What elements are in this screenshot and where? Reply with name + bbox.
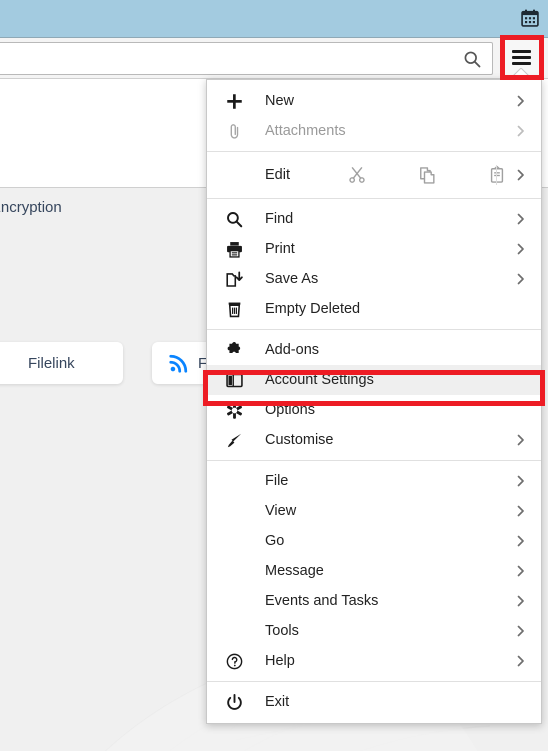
menu-item-new[interactable]: New xyxy=(207,86,541,116)
help-circle-icon xyxy=(223,650,245,672)
menu-item-label: Attachments xyxy=(265,123,346,139)
chevron-right-icon xyxy=(515,213,527,225)
menu-item-label: New xyxy=(265,93,295,109)
power-icon xyxy=(223,691,245,713)
toolbar-divider xyxy=(496,165,497,185)
menu-separator xyxy=(207,681,541,682)
menu-item-tools[interactable]: Tools xyxy=(207,616,541,646)
calendar-icon[interactable] xyxy=(520,8,540,28)
chevron-right-icon xyxy=(515,475,527,487)
chevron-right-icon xyxy=(515,125,527,137)
menu-item-label: File xyxy=(265,473,289,489)
menu-item-print[interactable]: Print xyxy=(207,234,541,264)
menu-item-label: Empty Deleted xyxy=(265,301,361,317)
chevron-right-icon xyxy=(515,655,527,667)
menu-separator xyxy=(207,151,541,152)
menu-item-label: Go xyxy=(265,533,285,549)
search-toolbar xyxy=(0,37,548,79)
chevron-right-icon xyxy=(515,243,527,255)
menu-item-options[interactable]: Options xyxy=(207,395,541,425)
menu-item-attachments[interactable]: Attachments xyxy=(207,116,541,146)
save-as-icon xyxy=(223,268,245,290)
menu-separator xyxy=(207,198,541,199)
printer-icon xyxy=(223,238,245,260)
gear-icon xyxy=(223,399,245,421)
menu-item-events-and-tasks[interactable]: Events and Tasks xyxy=(207,586,541,616)
menu-item-label: Add-ons xyxy=(265,342,320,358)
menu-item-label: Account Settings xyxy=(265,372,374,388)
menu-item-label: Message xyxy=(265,563,324,579)
plus-icon xyxy=(223,90,245,112)
menu-item-add-ons[interactable]: Add-ons xyxy=(207,335,541,365)
search-icon xyxy=(223,208,245,230)
chevron-right-icon xyxy=(515,434,527,446)
hamburger-menu-icon xyxy=(512,47,531,68)
chevron-right-icon xyxy=(515,535,527,547)
chevron-right-icon xyxy=(515,505,527,517)
menu-item-label: Print xyxy=(265,241,295,257)
menu-item-empty-deleted[interactable]: Empty Deleted xyxy=(207,294,541,324)
title-bar xyxy=(0,0,548,37)
menu-item-label: Tools xyxy=(265,623,299,639)
menu-item-save-as[interactable]: Save As xyxy=(207,264,541,294)
copy-icon[interactable] xyxy=(417,165,437,185)
menu-item-message[interactable]: Message xyxy=(207,556,541,586)
edit-tool-buttons xyxy=(347,157,507,193)
menu-item-customise[interactable]: Customise xyxy=(207,425,541,455)
menu-item-label: Customise xyxy=(265,432,334,448)
chevron-right-icon xyxy=(515,625,527,637)
menu-item-account-settings[interactable]: Account Settings xyxy=(207,365,541,395)
paste-icon[interactable] xyxy=(487,165,507,185)
menu-separator xyxy=(207,460,541,461)
chevron-right-icon xyxy=(515,595,527,607)
chevron-right-icon xyxy=(515,169,527,181)
section-heading-fragment: nd Encryption xyxy=(0,199,62,216)
application-window: nd Encryption Filelink Fe xyxy=(0,0,548,751)
menu-item-label: Edit xyxy=(265,167,290,183)
paintbrush-icon xyxy=(223,429,245,451)
menu-item-file[interactable]: File xyxy=(207,466,541,496)
menu-item-label: Help xyxy=(265,653,295,669)
app-menu-popup: New Attachments Edit Find Print Save As … xyxy=(206,79,542,724)
rss-feed-icon xyxy=(168,352,190,374)
menu-item-exit[interactable]: Exit xyxy=(207,687,541,717)
chevron-right-icon xyxy=(515,565,527,577)
menu-item-label: View xyxy=(265,503,297,519)
menu-item-label: Find xyxy=(265,211,294,227)
account-settings-icon xyxy=(223,369,245,391)
menu-item-label: Options xyxy=(265,402,315,418)
search-input[interactable] xyxy=(0,42,493,75)
menu-separator xyxy=(207,329,541,330)
menu-item-label: Exit xyxy=(265,694,290,710)
menu-item-view[interactable]: View xyxy=(207,496,541,526)
cut-icon[interactable] xyxy=(347,165,367,185)
chevron-right-icon xyxy=(515,95,527,107)
filelink-card[interactable]: Filelink xyxy=(0,342,123,384)
menu-item-go[interactable]: Go xyxy=(207,526,541,556)
menu-item-edit[interactable]: Edit xyxy=(207,157,541,193)
search-icon xyxy=(462,49,482,69)
trash-icon xyxy=(223,298,245,320)
paperclip-icon xyxy=(223,120,245,142)
menu-item-label: Events and Tasks xyxy=(265,593,379,609)
puzzle-piece-icon xyxy=(223,339,245,361)
menu-item-label: Save As xyxy=(265,271,319,287)
chevron-right-icon xyxy=(515,273,527,285)
menu-item-find[interactable]: Find xyxy=(207,204,541,234)
filelink-card-label: Filelink xyxy=(28,354,75,372)
menu-item-help[interactable]: Help xyxy=(207,646,541,676)
